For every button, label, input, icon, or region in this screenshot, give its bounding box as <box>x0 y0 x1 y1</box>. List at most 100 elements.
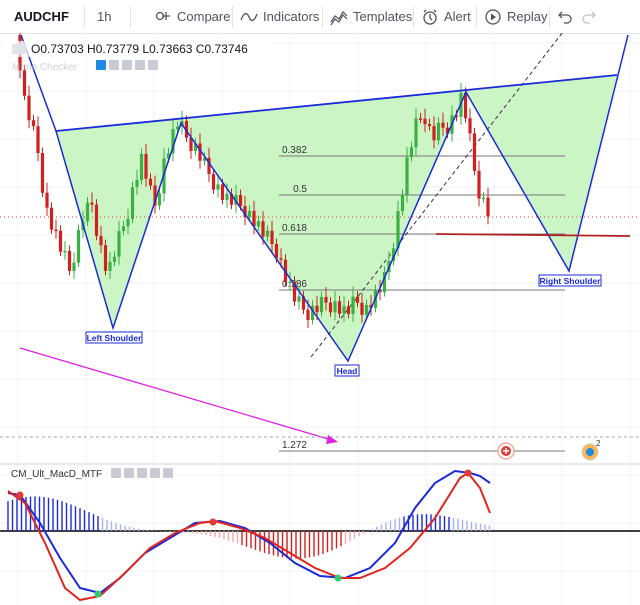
candle-body <box>328 302 333 313</box>
candle-body <box>94 204 99 236</box>
candle-body <box>306 309 310 320</box>
oscillator-legend-buttons[interactable] <box>111 468 173 478</box>
cross-marker <box>94 590 102 598</box>
candle-body <box>108 261 112 271</box>
candle-body <box>85 202 90 222</box>
indicators-icon <box>240 8 258 26</box>
candle-body <box>337 301 342 314</box>
undo-button[interactable] <box>556 0 579 33</box>
candle-body <box>238 195 243 207</box>
candle-body <box>423 118 427 125</box>
left-shoulder-text: Left Shoulder <box>87 333 142 343</box>
events-icon[interactable]: 2 <box>581 439 601 461</box>
candle-body <box>67 250 72 271</box>
candle-body <box>351 296 355 314</box>
fib-level-label: 0.618 <box>282 223 307 234</box>
candle-body <box>225 193 229 200</box>
candle-body <box>121 226 126 231</box>
templates-icon <box>330 8 348 26</box>
candle-body <box>427 124 432 127</box>
candle-body <box>486 197 490 217</box>
candle-body <box>139 153 144 181</box>
settings-icon[interactable] <box>109 60 119 70</box>
head-label: Head <box>334 364 360 377</box>
add-icon[interactable] <box>135 60 145 70</box>
toolbar-divider <box>322 6 323 27</box>
candle-body <box>297 296 301 302</box>
candle-body <box>216 184 220 190</box>
eye-icon[interactable] <box>96 60 106 70</box>
candle-body <box>333 301 337 313</box>
interval-button[interactable]: 1h <box>97 0 111 33</box>
oscillator-pane <box>0 469 640 602</box>
candle-body <box>256 221 261 227</box>
candle-body <box>211 174 216 190</box>
cross-marker <box>209 518 217 526</box>
toolbar-divider <box>232 6 233 27</box>
candle-body <box>220 184 225 200</box>
alert-button[interactable]: Alert <box>421 0 471 33</box>
left-shoulder-label: Left Shoulder <box>85 331 143 344</box>
target-line[interactable] <box>435 233 631 237</box>
alarm-clock-icon <box>421 8 439 26</box>
candle-body <box>261 221 265 237</box>
toolbar-divider <box>549 6 550 27</box>
eye-icon[interactable] <box>111 468 121 478</box>
indicator-legend-buttons[interactable] <box>96 60 158 70</box>
replay-icon <box>484 8 502 26</box>
oscillator-legend-name[interactable]: CM_Ult_MacD_MTF <box>11 469 102 480</box>
candle-body <box>355 296 360 303</box>
alert-badge[interactable] <box>497 442 515 460</box>
add-icon[interactable] <box>150 468 160 478</box>
close-icon[interactable] <box>148 60 158 70</box>
source-icon[interactable] <box>137 468 147 478</box>
candle-body <box>346 306 351 314</box>
chart-area[interactable]: 0.3820.50.6180.7861.272 O0.73703 H0.7377… <box>0 33 640 605</box>
source-icon[interactable] <box>122 60 132 70</box>
toolbar-divider <box>130 6 131 27</box>
top-toolbar: AUDCHF 1h Compare Indicators Templates A… <box>0 0 640 34</box>
events-badge-count: 2 <box>596 439 601 448</box>
pink-arrow-head <box>326 435 338 444</box>
candle-body <box>472 133 477 171</box>
symbol-color-swatch <box>12 44 26 54</box>
candle-body <box>468 118 472 134</box>
candle-body <box>99 235 103 246</box>
indicators-label: Indicators <box>263 9 320 24</box>
right-shoulder-text: Right Shoulder <box>540 276 602 286</box>
candle-body <box>360 302 364 315</box>
cross-marker <box>16 491 24 499</box>
indicator-legend-name[interactable]: Mario Checker <box>12 62 78 73</box>
candle-body <box>90 202 94 205</box>
candle-body <box>481 197 486 200</box>
candle-body <box>441 122 445 128</box>
candle-body <box>409 147 414 158</box>
settings-icon[interactable] <box>124 468 134 478</box>
right-shoulder-label: Right Shoulder <box>538 274 602 287</box>
candle-body <box>405 157 409 195</box>
alert-label: Alert <box>444 9 471 24</box>
redo-icon <box>580 8 598 26</box>
compare-label: Compare <box>177 9 231 24</box>
symbol-search[interactable]: AUDCHF <box>14 0 69 33</box>
replay-button[interactable]: Replay <box>484 0 547 33</box>
candle-body <box>247 210 252 218</box>
fib-level-label: 0.382 <box>282 145 307 156</box>
candle-body <box>252 210 256 227</box>
close-icon[interactable] <box>163 468 173 478</box>
toolbar-divider <box>413 6 414 27</box>
redo-button[interactable] <box>580 0 603 33</box>
candle-body <box>144 153 148 179</box>
candle-body <box>58 230 63 252</box>
candle-body <box>265 230 270 237</box>
toolbar-divider <box>84 6 85 27</box>
templates-button[interactable]: Templates <box>330 0 412 33</box>
compare-button[interactable]: Compare <box>154 0 230 33</box>
candle-body <box>72 262 76 271</box>
candle-body <box>27 95 31 121</box>
cross-marker <box>334 574 342 582</box>
candle-body <box>54 229 58 232</box>
candle-body <box>76 230 81 263</box>
candle-body <box>157 193 162 206</box>
indicators-button[interactable]: Indicators <box>240 0 319 33</box>
